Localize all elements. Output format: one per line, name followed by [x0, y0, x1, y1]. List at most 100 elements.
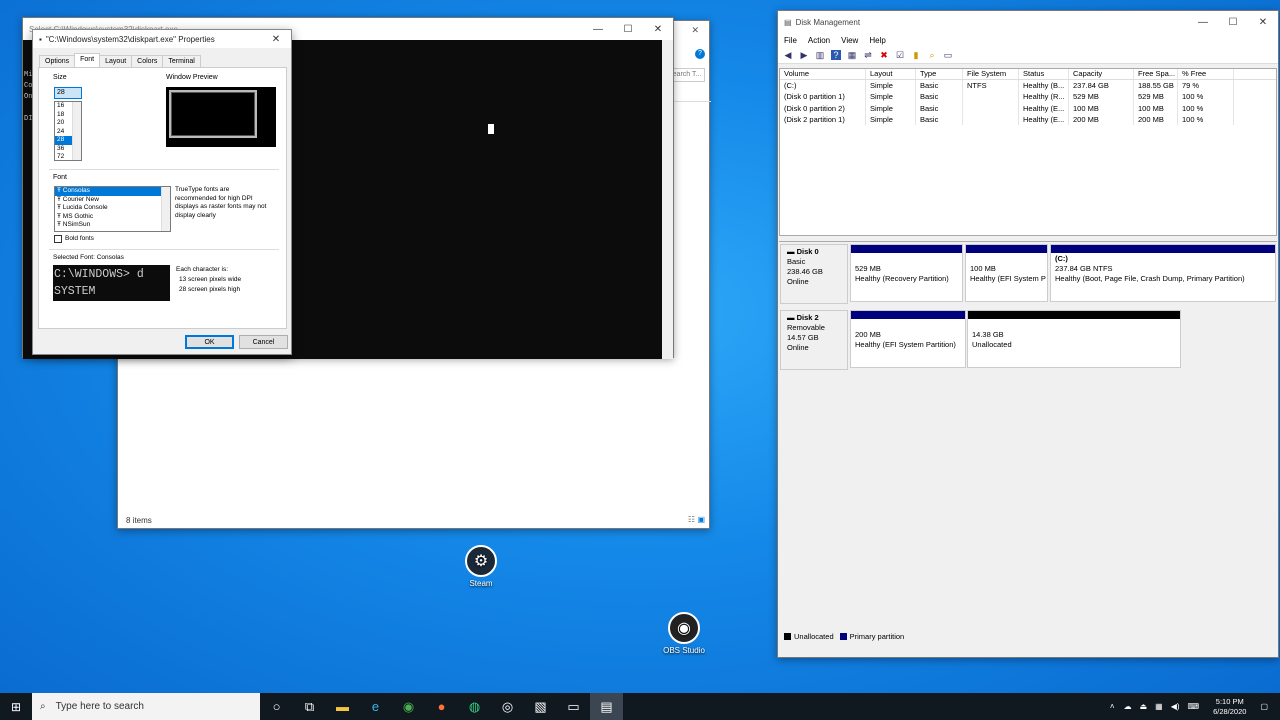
divider — [49, 249, 279, 250]
disk-2-label[interactable]: ▬ Disk 2 Removable 14.57 GB Online — [780, 310, 848, 370]
connect-icon[interactable]: ⇌ — [863, 50, 873, 60]
list-item[interactable]: Ŧ NSimSun — [55, 221, 170, 230]
partition-disk0-recovery[interactable]: 529 MB Healthy (Recovery Partition) — [850, 244, 963, 302]
minimize-icon[interactable]: — — [1188, 11, 1218, 33]
disk-tool-icon[interactable]: ▧ — [524, 693, 557, 720]
help-icon[interactable]: ? — [695, 49, 705, 59]
col-capacity[interactable]: Capacity — [1069, 69, 1134, 79]
list-item[interactable]: Ŧ Lucida Console — [55, 204, 170, 213]
cortana-icon[interactable]: ○ — [260, 693, 293, 720]
properties-icon[interactable]: ▦ — [847, 50, 857, 60]
notification-icon[interactable]: ▢ — [1260, 702, 1268, 711]
delete-icon[interactable]: ✖ — [879, 50, 889, 60]
menu-help[interactable]: Help — [869, 36, 885, 45]
table-row[interactable]: (Disk 2 partition 1) Simple Basic Healthy (… — [780, 113, 1276, 126]
file-explorer-icon[interactable]: ▬ — [326, 693, 359, 720]
taskbar-search[interactable]: ⌕ Type here to search — [32, 693, 260, 720]
partition-disk2-efi[interactable]: 200 MB Healthy (EFI System Partition) — [850, 310, 966, 368]
disk-size: 14.57 GB — [787, 333, 819, 342]
primary-swatch — [839, 633, 847, 640]
font-name: NSimSun — [62, 221, 91, 228]
folder-icon[interactable]: ▮ — [911, 50, 921, 60]
col-file-system[interactable]: File System — [963, 69, 1019, 79]
network-icon[interactable]: ▦ — [1155, 702, 1163, 711]
col-status[interactable]: Status — [1019, 69, 1069, 79]
font-list[interactable]: Ŧ Consolas Ŧ Courier New Ŧ Lucida Consol… — [54, 186, 171, 232]
volume-icon[interactable]: ◀) — [1171, 702, 1180, 711]
table-row[interactable]: (C:) Simple Basic NTFS Healthy (B... 237.84 G… — [780, 80, 1276, 92]
large-icons-view-icon[interactable]: ▣ — [697, 515, 705, 524]
menu-file[interactable]: File — [784, 36, 797, 45]
menu-action[interactable]: Action — [808, 36, 830, 45]
console-tree-icon[interactable]: ▥ — [815, 50, 825, 60]
ok-button[interactable]: OK — [185, 335, 234, 349]
col-layout[interactable]: Layout — [866, 69, 916, 79]
usb-icon[interactable]: ⏏ — [1140, 702, 1148, 711]
list-item[interactable]: Ŧ Courier New — [55, 196, 170, 205]
list-item-selected[interactable]: Ŧ Consolas — [55, 187, 170, 196]
tab-font[interactable]: Font — [74, 53, 101, 67]
col-percent-free[interactable]: % Free — [1178, 69, 1234, 79]
details-view-icon[interactable]: ☷ — [688, 515, 695, 524]
app-icon[interactable]: ◍ — [458, 693, 491, 720]
clock[interactable]: 5:10 PM 6/28/2020 — [1213, 697, 1246, 717]
check-icon[interactable]: ☑ — [895, 50, 905, 60]
terminal-icon[interactable]: ▭ — [557, 693, 590, 720]
minimize-icon[interactable]: — — [583, 18, 613, 40]
windows-start-icon[interactable]: ⊞ — [0, 693, 32, 720]
bold-fonts-checkbox[interactable] — [54, 235, 62, 243]
partition-disk0-efi[interactable]: 100 MB Healthy (EFI System P — [965, 244, 1048, 302]
obs-taskbar-icon[interactable]: ◎ — [491, 693, 524, 720]
table-cell: Healthy (B... — [1019, 80, 1069, 92]
close-icon[interactable]: ✕ — [643, 18, 673, 40]
table-row[interactable]: (Disk 0 partition 1) Simple Basic Healthy (… — [780, 91, 1276, 103]
maximize-icon[interactable]: ☐ — [1218, 11, 1248, 33]
list-item[interactable]: Ŧ MS Gothic — [55, 213, 170, 222]
table-cell: 79 % — [1178, 80, 1234, 92]
col-type[interactable]: Type — [916, 69, 963, 79]
firefox-icon[interactable]: ● — [425, 693, 458, 720]
console-scrollbar[interactable] — [662, 40, 673, 359]
size-list-scrollbar[interactable] — [72, 102, 81, 160]
font-list-scrollbar[interactable] — [161, 187, 170, 231]
partition-disk0-c[interactable]: (C:) 237.84 GB NTFS Healthy (Boot, Page … — [1050, 244, 1276, 302]
pixels-wide: 13 screen pixels wide — [179, 276, 242, 283]
cancel-button[interactable]: Cancel — [239, 335, 288, 349]
disk-management-window[interactable]: ▤ Disk Management — ☐ ✕ File Action View… — [777, 10, 1279, 658]
maximize-icon[interactable]: ☐ — [613, 18, 643, 40]
chrome-icon[interactable]: ◉ — [392, 693, 425, 720]
close-icon[interactable]: ✕ — [691, 25, 699, 36]
table-row[interactable]: (Disk 0 partition 2) Simple Basic Healthy (… — [780, 102, 1276, 114]
table-cell: 200 MB — [1134, 113, 1178, 126]
table-cell — [963, 102, 1019, 114]
props-titlebar[interactable]: ▪ "C:\Windows\system32\diskpart.exe" Pro… — [33, 30, 291, 48]
onedrive-icon[interactable]: ☁ — [1124, 702, 1132, 711]
task-view-icon[interactable]: ⧉ — [293, 693, 326, 720]
obs-desktop-icon[interactable]: ◉ OBS Studio — [654, 612, 714, 655]
table-cell: (Disk 0 partition 2) — [780, 102, 866, 114]
partition-disk2-unallocated[interactable]: 14.38 GB Unallocated — [967, 310, 1181, 368]
partition-status: Healthy (EFI System Partition) — [855, 340, 956, 349]
view-icon[interactable]: ▭ — [943, 50, 953, 60]
size-input[interactable]: 28 — [54, 87, 82, 99]
menu-view[interactable]: View — [841, 36, 858, 45]
forward-arrow-icon[interactable]: ▶ — [799, 50, 809, 60]
close-icon[interactable]: ✕ — [261, 30, 291, 48]
properties-dialog[interactable]: ▪ "C:\Windows\system32\diskpart.exe" Pro… — [32, 29, 292, 355]
col-volume[interactable]: Volume — [780, 69, 866, 79]
search-icon[interactable]: ⌕ — [927, 50, 937, 60]
back-arrow-icon[interactable]: ◀ — [783, 50, 793, 60]
edge-icon[interactable]: e — [359, 693, 392, 720]
keyboard-icon[interactable]: ⌨ — [1188, 702, 1200, 711]
steam-desktop-icon[interactable]: ⚙ Steam — [451, 545, 511, 588]
dm-titlebar[interactable]: ▤ Disk Management — ☐ ✕ — [778, 11, 1278, 33]
close-icon[interactable]: ✕ — [1248, 11, 1278, 33]
col-free-space[interactable]: Free Spa... — [1134, 69, 1178, 79]
chevron-up-icon[interactable]: ˄ — [1110, 702, 1115, 711]
help-icon[interactable]: ? — [831, 50, 841, 60]
console-cursor — [488, 124, 494, 134]
disk-management-taskbar-icon[interactable]: ▤ — [590, 693, 623, 720]
size-list[interactable]: 16 18 20 24 28 36 72 — [54, 101, 82, 161]
pixels-high: 28 screen pixels high — [179, 286, 241, 293]
disk-0-label[interactable]: ▬ Disk 0 Basic 238.46 GB Online — [780, 244, 848, 304]
